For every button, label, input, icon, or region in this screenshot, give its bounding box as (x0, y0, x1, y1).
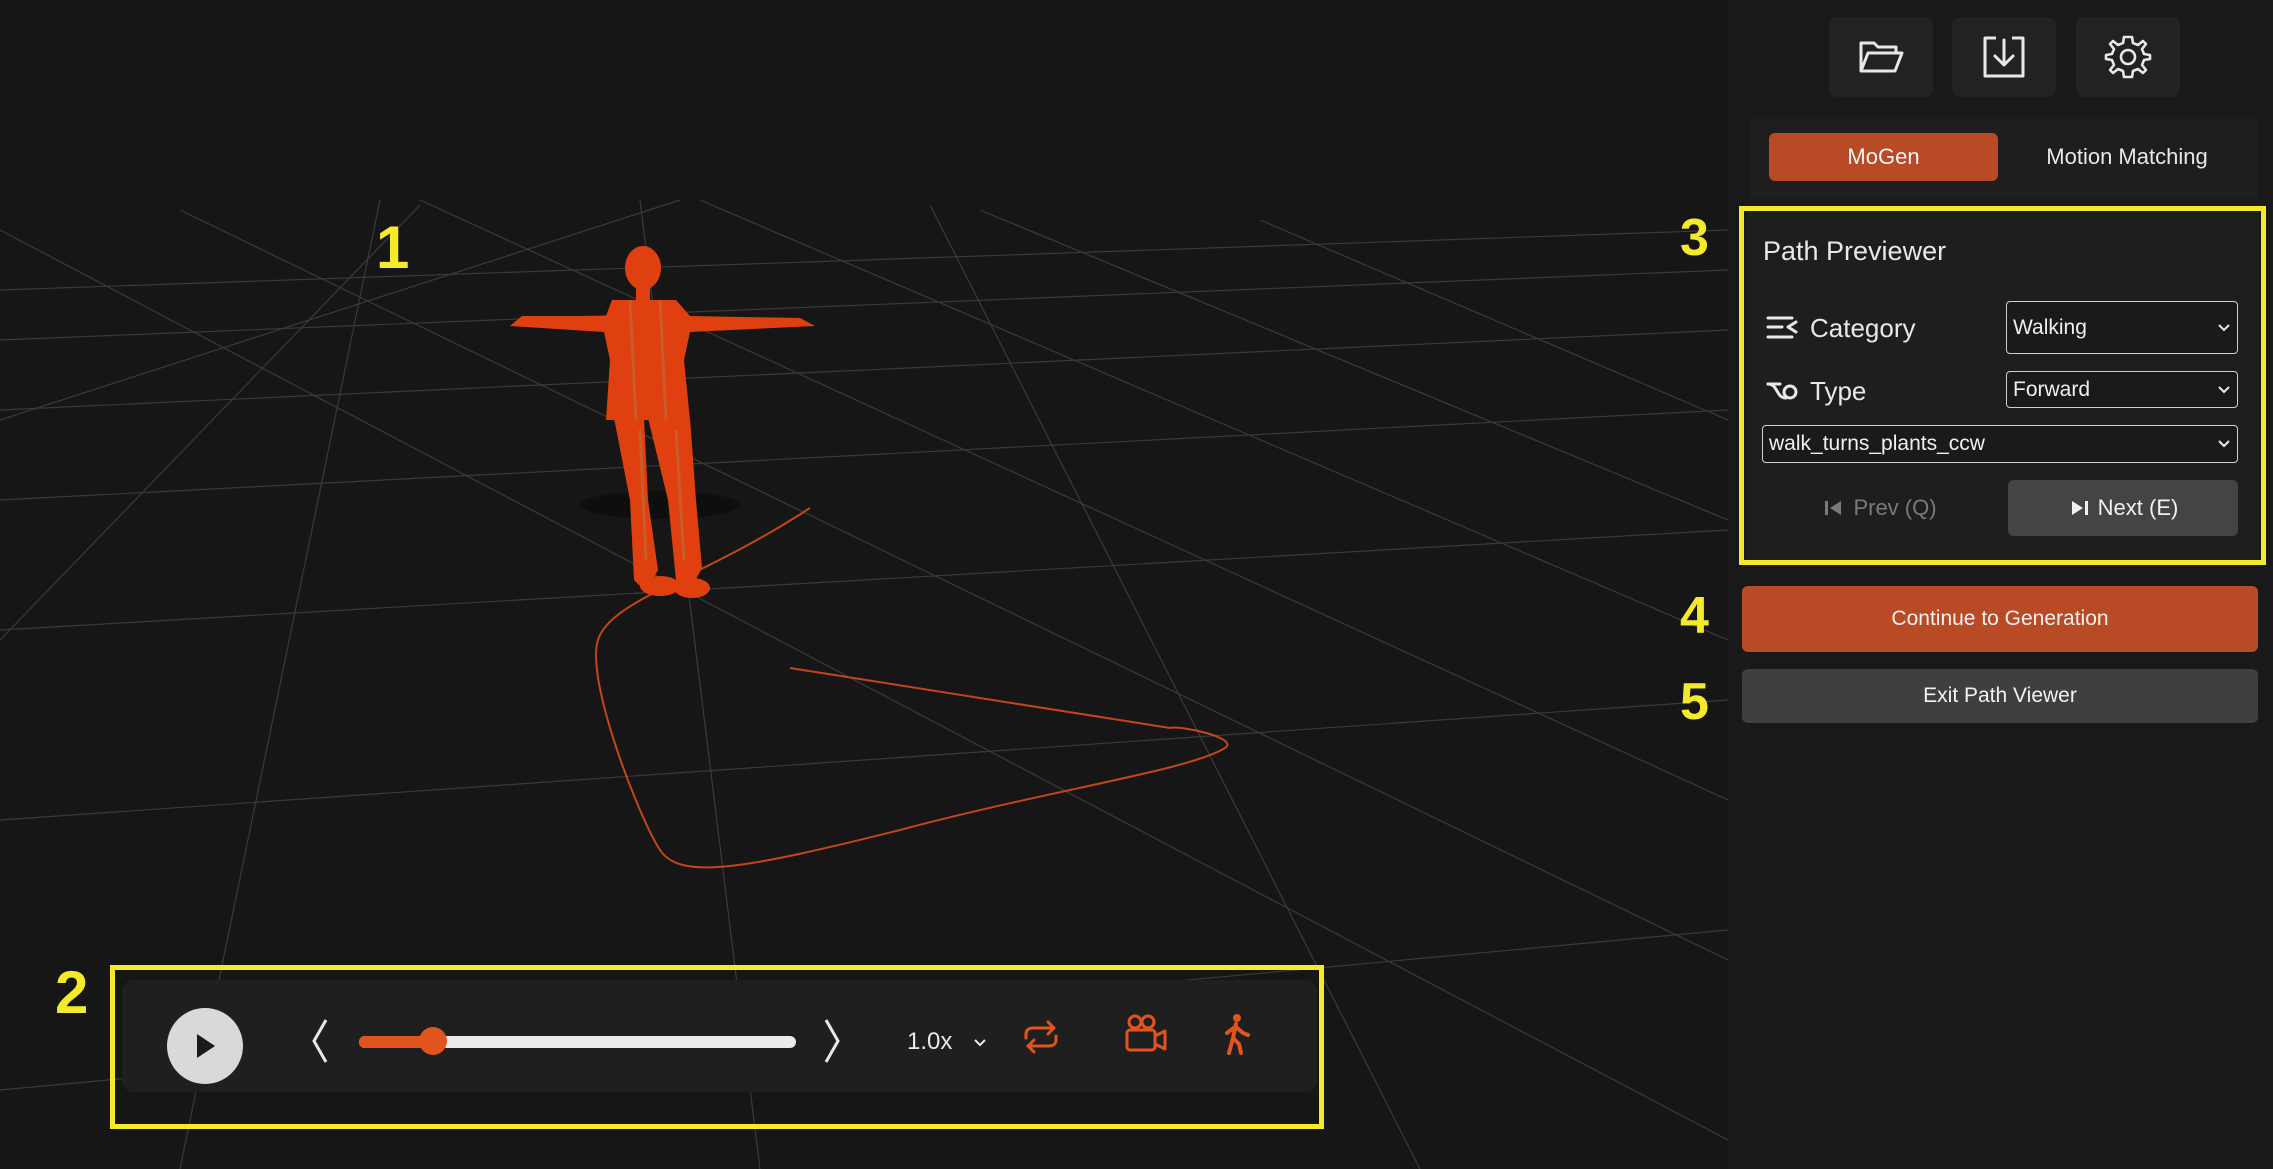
tab-mogen[interactable]: MoGen (1769, 133, 1998, 181)
exit-path-viewer-button[interactable]: Exit Path Viewer (1742, 669, 2258, 723)
open-folder-button[interactable] (1829, 17, 1933, 97)
settings-button[interactable] (2076, 17, 2180, 97)
annotation-1: 1 (376, 214, 410, 281)
mode-tabs: MoGen Motion Matching (1750, 117, 2258, 199)
annotation-5: 5 (1680, 673, 1709, 731)
highlight-box-playback (110, 965, 1324, 1129)
settings-gear-icon (2104, 35, 2152, 79)
tab-motion-matching[interactable]: Motion Matching (2012, 133, 2242, 181)
annotation-4: 4 (1680, 587, 1709, 645)
download-icon (1983, 36, 2025, 78)
folder-open-icon (1859, 41, 1904, 73)
continue-to-generation-button[interactable]: Continue to Generation (1742, 586, 2258, 652)
character-shadow (580, 491, 740, 519)
highlight-box-previewer (1739, 206, 2266, 565)
download-button[interactable] (1952, 17, 2056, 97)
annotation-2: 2 (55, 959, 89, 1026)
character-model (510, 246, 815, 598)
annotation-3: 3 (1680, 209, 1709, 267)
